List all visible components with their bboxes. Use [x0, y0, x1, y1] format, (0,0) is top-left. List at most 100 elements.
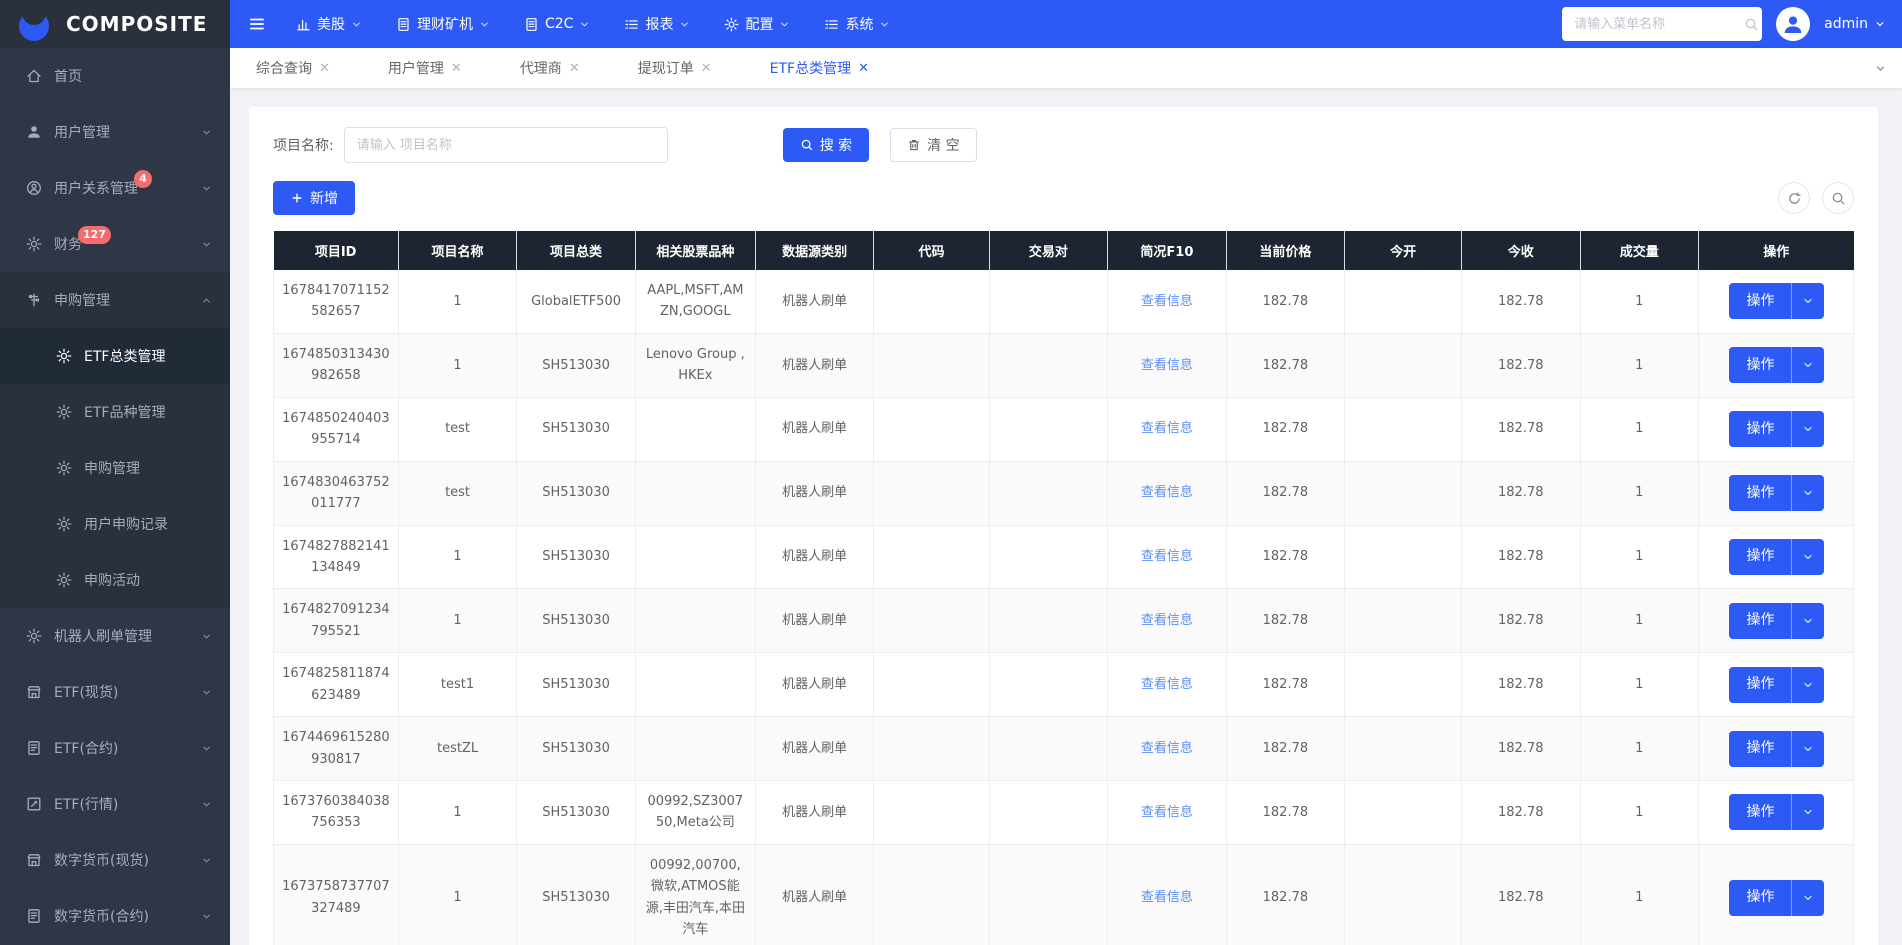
- project-name-label: 项目名称:: [273, 135, 334, 155]
- tab-用户管理[interactable]: 用户管理 ✕: [388, 58, 462, 78]
- chevron-down-icon: [201, 911, 212, 922]
- sidebar-item-用户管理[interactable]: 用户管理: [0, 104, 230, 160]
- sidebar-item-用户申购记录[interactable]: 用户申购记录: [0, 496, 230, 552]
- app-window: COMPOSITE 美股理财矿机C2C报表配置系统 admin: [0, 0, 1902, 945]
- sidebar-item-数字货币(合约)[interactable]: 数字货币(合约): [0, 888, 230, 944]
- action-button-label: 操作: [1729, 673, 1791, 696]
- table-cell: 182.78: [1226, 270, 1344, 333]
- sidebar-item-ETF品种管理[interactable]: ETF品种管理: [0, 384, 230, 440]
- sidebar-item-财务[interactable]: 财务127: [0, 216, 230, 272]
- menu-search-box[interactable]: [1562, 7, 1762, 41]
- sidebar-item-label: 用户关系管理: [54, 178, 138, 198]
- tab-ETF总类管理[interactable]: ETF总类管理✕: [770, 58, 869, 78]
- sidebar-item-数字货币(现货)[interactable]: 数字货币(现货): [0, 832, 230, 888]
- search-button[interactable]: 搜 索: [783, 128, 869, 162]
- refresh-button[interactable]: [1778, 182, 1810, 214]
- table-cell: 机器人刷单: [755, 461, 873, 525]
- gear-icon: [26, 236, 42, 252]
- action-dropdown-button[interactable]: 操作: [1729, 347, 1824, 383]
- table-row: 16784170711525826571GlobalETF500AAPL,MSF…: [274, 270, 1854, 333]
- sidebar-item-label: 申购管理: [54, 290, 110, 310]
- topnav-item-5[interactable]: 配置: [724, 14, 790, 34]
- table-cell: [1345, 333, 1462, 397]
- table-cell: [1345, 525, 1462, 589]
- tab-list-dropdown[interactable]: [1866, 48, 1894, 88]
- gear-icon: [56, 348, 72, 364]
- menu-toggle-icon[interactable]: [248, 15, 266, 33]
- topnav-item-label: 系统: [845, 14, 873, 34]
- tab-代理商[interactable]: 代理商✕: [520, 58, 580, 78]
- view-info-link[interactable]: 查看信息: [1141, 421, 1193, 436]
- chevron-down-icon: [1791, 283, 1824, 319]
- sidebar-item-申购管理[interactable]: 申购管理: [0, 440, 230, 496]
- close-icon[interactable]: ✕: [858, 61, 869, 76]
- action-dropdown-button[interactable]: 操作: [1729, 539, 1824, 575]
- column-header-当前价格: 当前价格: [1226, 231, 1344, 270]
- view-info-link[interactable]: 查看信息: [1141, 294, 1193, 309]
- sidebar-item-ETF(合约)[interactable]: ETF(合约): [0, 720, 230, 776]
- topnav-item-2[interactable]: 理财矿机: [396, 14, 490, 34]
- doc-icon: [396, 17, 411, 32]
- user-avatar[interactable]: [1776, 7, 1810, 41]
- tab-提现订单[interactable]: 提现订单✕: [638, 58, 712, 78]
- table-cell: SH513030: [517, 653, 635, 717]
- topnav-item-3[interactable]: C2C: [524, 16, 590, 32]
- chevron-down-icon: [201, 855, 212, 866]
- add-button[interactable]: 新增: [273, 181, 355, 215]
- view-info-link[interactable]: 查看信息: [1141, 677, 1193, 692]
- view-info-link[interactable]: 查看信息: [1141, 890, 1193, 905]
- topnav-item-1[interactable]: 美股: [296, 14, 362, 34]
- table-cell: [635, 653, 755, 717]
- sidebar-item-申购管理[interactable]: 申购管理: [0, 272, 230, 328]
- view-info-link[interactable]: 查看信息: [1141, 358, 1193, 373]
- view-info-link[interactable]: 查看信息: [1141, 549, 1193, 564]
- topnav-item-4[interactable]: 报表: [624, 14, 690, 34]
- sidebar-item-机器人刷单管理[interactable]: 机器人刷单管理: [0, 608, 230, 664]
- action-dropdown-button[interactable]: 操作: [1729, 731, 1824, 767]
- action-dropdown-button[interactable]: 操作: [1729, 475, 1824, 511]
- view-info-link[interactable]: 查看信息: [1141, 613, 1193, 628]
- chevron-down-icon: [879, 19, 890, 30]
- tab-综合查询[interactable]: 综合查询✕: [256, 58, 330, 78]
- table-cell: 1674850240403955714: [274, 397, 399, 461]
- user-circle-icon: [26, 180, 42, 196]
- table-cell-f10: 查看信息: [1108, 333, 1226, 397]
- table-cell: [635, 589, 755, 653]
- list-icon: [824, 17, 839, 32]
- clear-button[interactable]: 清 空: [890, 128, 976, 162]
- column-search-button[interactable]: [1822, 182, 1854, 214]
- close-icon[interactable]: ✕: [569, 61, 580, 76]
- view-info-link[interactable]: 查看信息: [1141, 805, 1193, 820]
- action-dropdown-button[interactable]: 操作: [1729, 794, 1824, 830]
- action-dropdown-button[interactable]: 操作: [1729, 283, 1824, 319]
- tab-label: 用户管理: [388, 58, 444, 78]
- menu-search-input[interactable]: [1574, 17, 1744, 32]
- table-cell: SH513030: [517, 717, 635, 781]
- sidebar-item-ETF总类管理[interactable]: ETF总类管理: [0, 328, 230, 384]
- close-icon[interactable]: ✕: [701, 61, 712, 76]
- table-cell: 1: [398, 781, 516, 845]
- action-dropdown-button[interactable]: 操作: [1729, 603, 1824, 639]
- action-dropdown-button[interactable]: 操作: [1729, 880, 1824, 916]
- sidebar-item-用户关系管理[interactable]: 用户关系管理4: [0, 160, 230, 216]
- table-cell: [1345, 270, 1462, 333]
- sidebar-item-申购活动[interactable]: 申购活动: [0, 552, 230, 608]
- view-info-link[interactable]: 查看信息: [1141, 741, 1193, 756]
- close-icon[interactable]: ✕: [319, 61, 330, 76]
- sidebar-item-首页[interactable]: 首页: [0, 48, 230, 104]
- table-cell: [635, 397, 755, 461]
- table-cell: 1: [1580, 653, 1698, 717]
- view-info-link[interactable]: 查看信息: [1141, 485, 1193, 500]
- search-icon[interactable]: [1744, 17, 1759, 32]
- action-dropdown-button[interactable]: 操作: [1729, 667, 1824, 703]
- project-name-input[interactable]: [344, 127, 668, 163]
- table-cell: [1345, 844, 1462, 945]
- topnav-item-6[interactable]: 系统: [824, 14, 890, 34]
- table-cell: [635, 461, 755, 525]
- close-icon[interactable]: ✕: [451, 61, 462, 76]
- action-dropdown-button[interactable]: 操作: [1729, 411, 1824, 447]
- user-menu[interactable]: admin: [1824, 16, 1886, 32]
- sidebar-item-ETF(行情)[interactable]: ETF(行情): [0, 776, 230, 832]
- sidebar-item-ETF(现货)[interactable]: ETF(现货): [0, 664, 230, 720]
- table-cell: 182.78: [1226, 589, 1344, 653]
